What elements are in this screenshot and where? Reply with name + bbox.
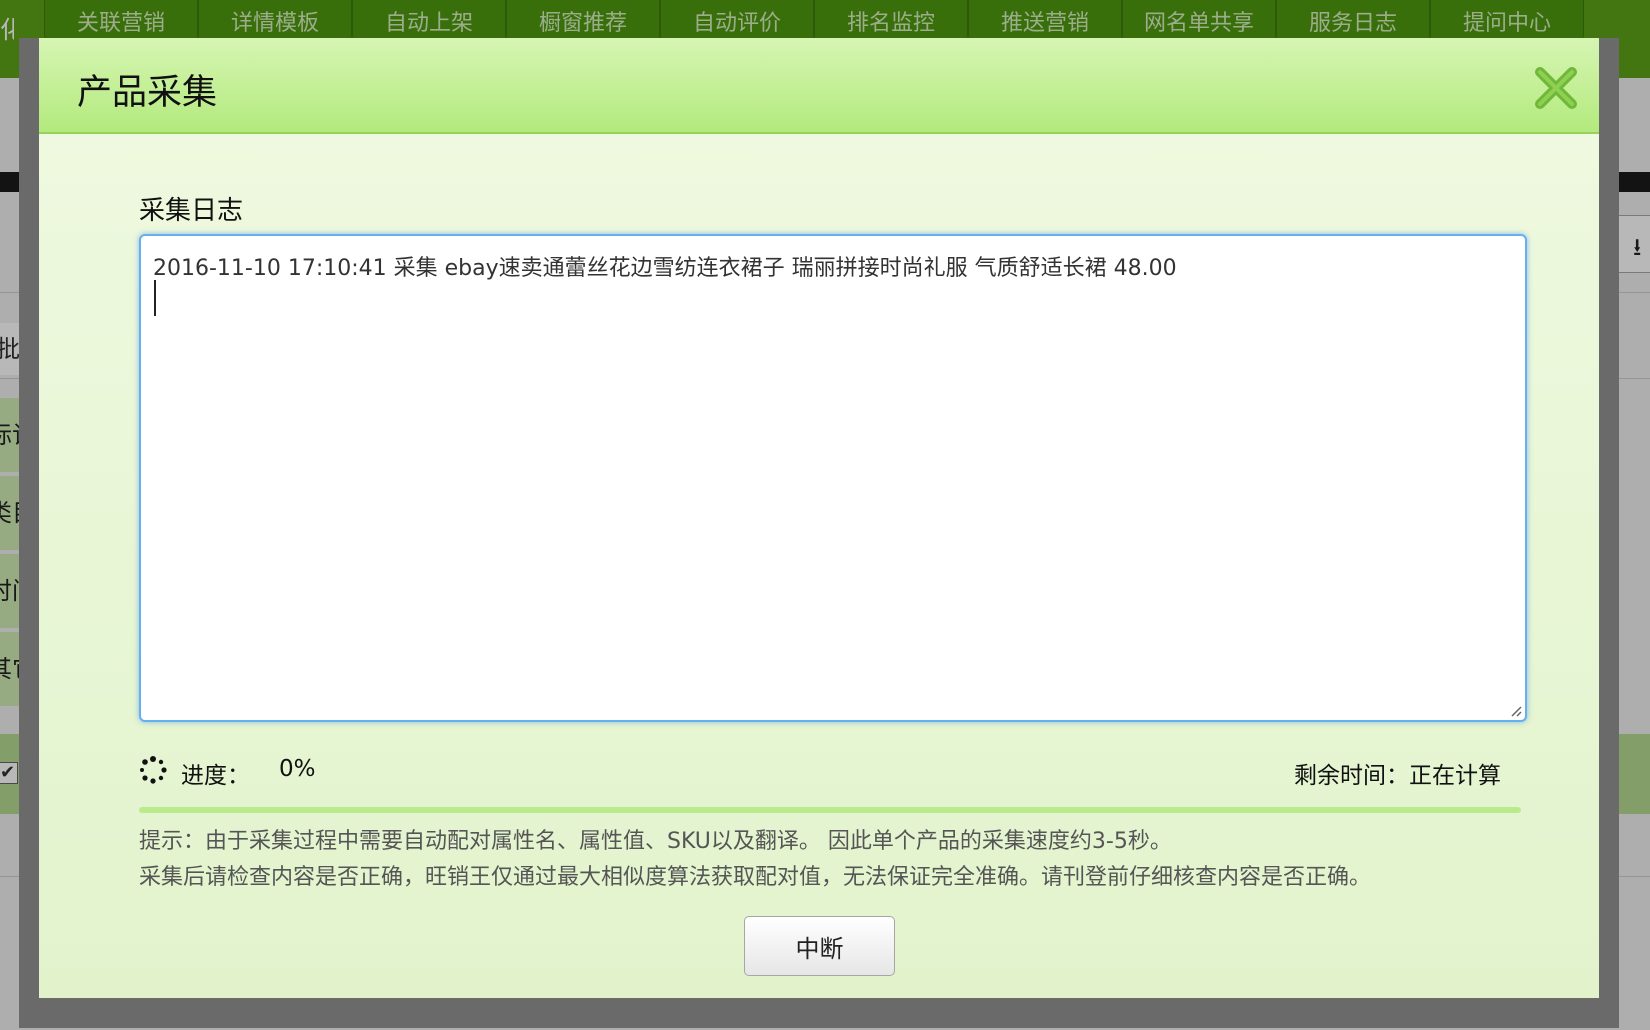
- text-caret: [154, 280, 156, 316]
- tip-line: 采集后请检查内容是否正确，旺销王仅通过最大相似度算法获取配对值，无法保证完全准确…: [139, 865, 1372, 890]
- log-label: 采集日志: [139, 196, 244, 226]
- progress-value: 0%: [279, 756, 316, 782]
- collect-log-textarea[interactable]: 2016-11-10 17:10:41 采集 ebay速卖通蕾丝花边雪纺连衣裙子…: [139, 234, 1527, 722]
- log-line: 2016-11-10 17:10:41 采集 ebay速卖通蕾丝花边雪纺连衣裙子…: [153, 256, 1177, 281]
- resize-grip-icon[interactable]: [1508, 703, 1522, 717]
- remaining-time: 剩余时间：正在计算: [1294, 763, 1501, 789]
- screen: 化 关联营销 详情模板 自动上架 橱窗推荐 自动评价 排名监控 推送营销 网名单…: [0, 0, 1650, 1030]
- tip-line: 提示：由于采集过程中需要自动配对属性名、属性值、SKU以及翻译。 因此单个产品的…: [139, 829, 1172, 854]
- progress-bar: [139, 807, 1521, 813]
- spinner-icon: [140, 756, 167, 784]
- progress-label: 进度：: [181, 763, 250, 789]
- close-icon: [1535, 67, 1577, 109]
- abort-button[interactable]: 中断: [744, 916, 895, 976]
- dialog-header: 产品采集: [39, 38, 1599, 134]
- close-button[interactable]: [1534, 66, 1578, 110]
- dialog-body: 采集日志 2016-11-10 17:10:41 采集 ebay速卖通蕾丝花边雪…: [39, 134, 1599, 998]
- progress-row: 进度： 0% 剩余时间：正在计算: [139, 752, 1527, 792]
- tip-text: 提示：由于采集过程中需要自动配对属性名、属性值、SKU以及翻译。 因此单个产品的…: [139, 824, 1539, 896]
- product-collect-dialog: 产品采集 采集日志 2016-11-10 17:10:41 采集 ebay速卖通…: [39, 38, 1599, 998]
- dialog-title: 产品采集: [77, 73, 218, 113]
